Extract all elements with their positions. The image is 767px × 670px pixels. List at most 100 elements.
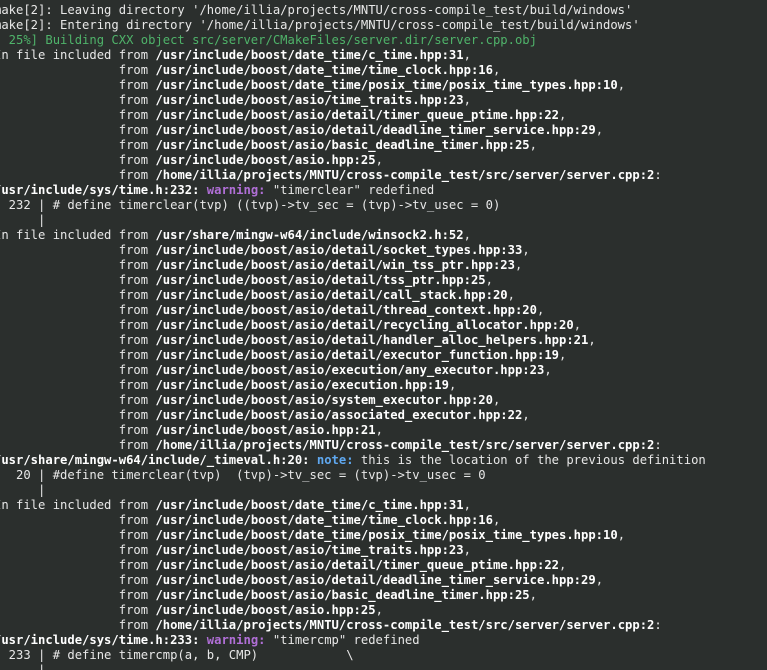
line-text: ,: [375, 153, 383, 167]
line-text: make[2]: Entering directory '/home/illia…: [0, 18, 640, 32]
terminal-line: from /usr/include/boost/asio/detail/dead…: [0, 123, 767, 138]
file-path: /usr/include/boost/date_time/c_time.hpp:…: [155, 48, 464, 62]
terminal-line: make[2]: Leaving directory '/home/illia/…: [0, 3, 767, 18]
line-text: from: [0, 438, 156, 452]
line-text: ,: [485, 273, 493, 287]
file-path: /usr/include/boost/asio/time_traits.hpp:…: [155, 543, 464, 557]
file-path: /usr/include/boost/asio.hpp:25: [155, 153, 376, 167]
terminal-line: from /usr/include/boost/asio.hpp:25,: [0, 153, 767, 168]
line-text: ,: [595, 573, 604, 587]
line-text: from: [0, 288, 156, 302]
file-path: /usr/include/sys/time.h:232:: [0, 183, 200, 197]
terminal-line: In file included from /usr/share/mingw-w…: [0, 228, 767, 243]
terminal-line: from /usr/include/boost/date_time/time_c…: [0, 63, 767, 78]
line-text: from: [0, 108, 156, 122]
line-text: [310, 453, 317, 467]
line-text: ,: [514, 258, 523, 272]
terminal-line: from /usr/include/boost/asio/execution/a…: [0, 363, 767, 378]
line-text: :: [654, 618, 662, 632]
line-text: from: [0, 513, 156, 527]
terminal-line: from /usr/include/boost/asio/associated_…: [0, 408, 767, 423]
line-text: from: [0, 588, 156, 602]
line-text: :: [654, 438, 662, 452]
line-text: ,: [492, 393, 501, 407]
file-path: /usr/include/boost/asio/execution.hpp:19: [155, 378, 449, 392]
terminal-line: In file included from /usr/include/boost…: [0, 498, 767, 513]
terminal-line: from /usr/include/boost/asio/detail/recy…: [0, 318, 767, 333]
line-text: ,: [573, 318, 582, 332]
file-path: /usr/include/boost/date_time/time_clock.…: [155, 513, 493, 527]
file-path: /usr/include/sys/time.h:233:: [0, 633, 200, 647]
line-text: from: [0, 78, 156, 92]
file-path: /usr/include/boost/asio/detail/deadline_…: [155, 123, 596, 137]
terminal-line: from /usr/include/boost/asio/detail/sock…: [0, 243, 767, 258]
file-path: /usr/include/boost/date_time/posix_time/…: [155, 528, 618, 542]
line-text: 232 | # define timerclear(tvp) ((tvp)->t…: [0, 198, 501, 212]
line-text: 233 | # define timercmp(a, b, CMP) \: [0, 648, 354, 662]
line-text: from: [0, 543, 156, 557]
line-text: from: [0, 408, 156, 422]
file-path: /usr/include/boost/asio/detail/tss_ptr.h…: [155, 273, 486, 287]
line-text: from: [0, 618, 156, 632]
line-text: ,: [544, 363, 552, 377]
terminal-line: from /usr/include/boost/asio/detail/time…: [0, 558, 767, 573]
terminal-line: from /usr/include/boost/asio.hpp:25,: [0, 603, 767, 618]
file-path: /usr/include/boost/asio/detail/executor_…: [155, 348, 559, 362]
line-text: from: [0, 348, 156, 362]
terminal-line: [ 25%] Building CXX object src/server/CM…: [0, 33, 767, 48]
terminal-line: from /usr/include/boost/asio/time_traits…: [0, 543, 767, 558]
line-text: [199, 633, 206, 647]
line-text: ,: [559, 108, 567, 122]
terminal-line: from /usr/include/boost/asio/basic_deadl…: [0, 138, 767, 153]
line-text: In file included from: [0, 48, 156, 62]
line-text: from: [0, 393, 156, 407]
line-text: from: [0, 243, 156, 257]
file-path: /usr/include/boost/date_time/time_clock.…: [155, 63, 493, 77]
terminal-line: /usr/include/sys/time.h:232: warning: "t…: [0, 183, 767, 198]
file-path: /usr/include/boost/asio/detail/win_tss_p…: [155, 258, 515, 272]
warning-label: warning:: [206, 183, 266, 197]
line-text: ,: [463, 48, 471, 62]
line-text: |: [38, 663, 46, 670]
terminal-output[interactable]: make[2]: Leaving directory '/home/illia/…: [0, 0, 767, 670]
terminal-line: from /usr/include/boost/date_time/time_c…: [0, 513, 767, 528]
warning-label: warning:: [206, 633, 266, 647]
line-text: ,: [463, 498, 471, 512]
file-path: /usr/include/boost/asio/basic_deadline_t…: [155, 138, 530, 152]
line-text: from: [0, 363, 156, 377]
line-text: ,: [375, 603, 383, 617]
line-text: from: [0, 168, 156, 182]
terminal-line: from /usr/include/boost/asio/detail/tss_…: [0, 273, 767, 288]
terminal-line: /usr/include/sys/time.h:233: warning: "t…: [0, 633, 767, 648]
line-text: make[2]: Leaving directory '/home/illia/…: [0, 3, 633, 17]
terminal-line: from /usr/include/boost/asio/detail/thre…: [0, 303, 767, 318]
terminal-line: from /usr/include/boost/asio/system_exec…: [0, 393, 767, 408]
line-text: from: [0, 378, 156, 392]
terminal-line: from /usr/include/boost/asio/detail/call…: [0, 288, 767, 303]
terminal-line: 232 | # define timerclear(tvp) ((tvp)->t…: [0, 198, 767, 213]
file-path: /home/illia/projects/MNTU/cross-compile_…: [155, 168, 655, 182]
terminal-line: |: [0, 483, 767, 498]
terminal-line: 20 | #define timerclear(tvp) (tvp)->tv_s…: [0, 468, 767, 483]
file-path: /usr/include/boost/asio.hpp:21: [155, 423, 376, 437]
line-text: ,: [522, 408, 530, 422]
line-text: from: [0, 558, 156, 572]
file-path: /usr/include/boost/asio/execution/any_ex…: [155, 363, 545, 377]
line-text: |: [38, 483, 46, 497]
file-path: /usr/include/boost/asio/system_executor.…: [155, 393, 493, 407]
line-text: "timercmp" redefined: [265, 633, 420, 647]
terminal-line: from /home/illia/projects/MNTU/cross-com…: [0, 168, 767, 183]
build-progress: [ 25%] Building CXX object src/server/CM…: [0, 33, 537, 47]
terminal-line: from /usr/include/boost/asio/execution.h…: [0, 378, 767, 393]
line-text: [199, 183, 206, 197]
file-path: /usr/include/boost/asio/detail/handler_a…: [155, 333, 589, 347]
line-text: ,: [492, 513, 501, 527]
terminal-line: from /usr/include/boost/asio/detail/time…: [0, 108, 767, 123]
line-text: ,: [529, 588, 537, 602]
terminal-line: from /usr/include/boost/asio/basic_deadl…: [0, 588, 767, 603]
file-path: /usr/include/boost/asio/detail/timer_que…: [155, 108, 559, 122]
line-text: ,: [463, 228, 471, 242]
line-text: from: [0, 138, 156, 152]
line-text: ,: [463, 93, 471, 107]
terminal-line: from /usr/include/boost/asio/detail/exec…: [0, 348, 767, 363]
